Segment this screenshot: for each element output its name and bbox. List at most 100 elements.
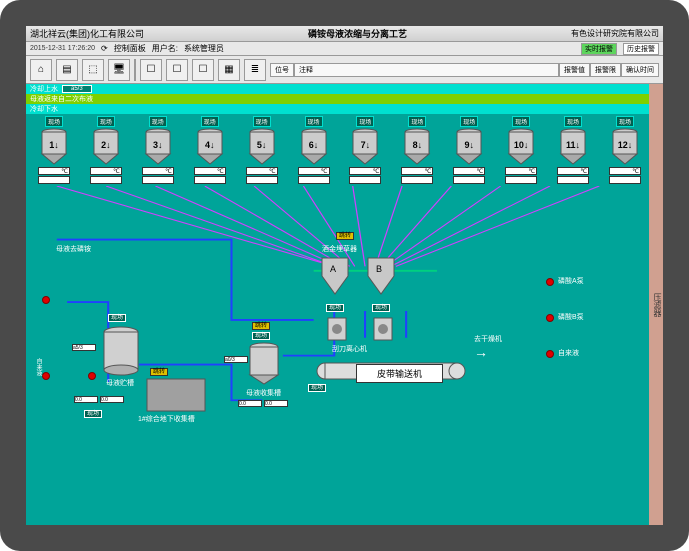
- tool-grid-icon[interactable]: ▦: [218, 59, 240, 81]
- storage-ctrl[interactable]: 现场: [108, 312, 126, 321]
- col-acktime: 确认时间: [621, 63, 659, 77]
- tank-temp-field[interactable]: ℃: [38, 167, 70, 175]
- tool-box3-icon[interactable]: ☐: [192, 59, 214, 81]
- coll-ctrl1[interactable]: 跳转: [252, 320, 270, 329]
- tank-number: 10↓: [514, 140, 529, 150]
- tank-val-field[interactable]: [38, 176, 70, 184]
- pump-indicator-2: [42, 372, 50, 380]
- tool-box1-icon[interactable]: ☐: [140, 59, 162, 81]
- tank-ctrl[interactable]: 现场: [564, 116, 582, 127]
- company-name: 湖北祥云(集团)化工有限公司: [30, 27, 144, 40]
- process-title: 磷铵母液浓缩与分离工艺: [144, 27, 571, 40]
- tank-ctrl[interactable]: 现场: [616, 116, 634, 127]
- tool-bars-icon[interactable]: ≣: [244, 59, 266, 81]
- tank-temp-field[interactable]: ℃: [298, 167, 330, 175]
- tank-val-field[interactable]: [505, 176, 537, 184]
- pump-b-indicator: [546, 314, 554, 322]
- tank-ctrl[interactable]: 现场: [97, 116, 115, 127]
- tank-val-field[interactable]: [298, 176, 330, 184]
- crystallizer-tank-6: 现场 6↓ ℃: [292, 116, 336, 184]
- tank-number: 1↓: [49, 140, 59, 150]
- pump-indicator-3: [88, 372, 96, 380]
- cent2-ctrl[interactable]: 现场: [372, 302, 390, 311]
- tank-number: 4↓: [205, 140, 215, 150]
- tank-temp-field[interactable]: ℃: [90, 167, 122, 175]
- sep-a-label: A: [330, 264, 336, 274]
- process-canvas: 压滤器 冷却上水a5/3 母液返来自二次布液 冷却下水 现场1↓℃现场2↓℃现场…: [26, 84, 663, 525]
- menu-bar: 2015-12-31 17:26:20 ⟳ 控制面板 用户名: 系统管理员 实时…: [26, 42, 663, 56]
- crystallizer-tank-11: 现场11↓℃: [551, 116, 595, 184]
- coll-v2: 0.0: [264, 400, 288, 407]
- centrifuge-label: 刮刀离心机: [332, 344, 367, 354]
- tank-ctrl[interactable]: 现场: [460, 116, 478, 127]
- dryer-label: 去干燥机: [474, 334, 502, 344]
- tool-monitor-icon[interactable]: 🖥: [108, 59, 130, 81]
- tank-temp-field[interactable]: ℃: [557, 167, 589, 175]
- tank-number: 9↓: [464, 140, 474, 150]
- tank-number: 7↓: [361, 140, 371, 150]
- tank-ctrl[interactable]: 现场: [253, 116, 271, 127]
- return-label: 母液去磷铵: [56, 244, 91, 254]
- user-name: 系统管理员: [184, 43, 224, 54]
- crystallizer-tank-9: 现场 9↓ ℃: [447, 116, 491, 184]
- tank-temp-field[interactable]: ℃: [246, 167, 278, 175]
- tank-ctrl[interactable]: 现场: [305, 116, 323, 127]
- sep-b-label: B: [376, 264, 382, 274]
- process-area: A B 酒金埋草器 跳转 刮刀离心机 现场 现场 皮带输送机 → 去干燥机 现场…: [26, 186, 663, 436]
- tank-temp-field[interactable]: ℃: [505, 167, 537, 175]
- ug-ctrl[interactable]: 跳转: [150, 366, 168, 375]
- tank-temp-field[interactable]: ℃: [194, 167, 226, 175]
- tank-ctrl[interactable]: 现场: [149, 116, 167, 127]
- tank-ctrl[interactable]: 现场: [408, 116, 426, 127]
- refresh-icon[interactable]: ⟳: [101, 44, 108, 53]
- tank-temp-field[interactable]: ℃: [609, 167, 641, 175]
- coll-ctrl2[interactable]: 现场: [252, 330, 270, 339]
- tank-val-field[interactable]: [90, 176, 122, 184]
- storage-label: 母液贮槽: [106, 378, 134, 388]
- tank-val-field[interactable]: [557, 176, 589, 184]
- pump-indicator-1: [42, 296, 50, 304]
- col-tag: 位号: [270, 63, 294, 77]
- tab-history-alarm[interactable]: 历史报警: [623, 43, 659, 55]
- tank-val-field[interactable]: [401, 176, 433, 184]
- tool-flow-icon[interactable]: ⬚: [82, 59, 104, 81]
- tank-val-field[interactable]: [194, 176, 226, 184]
- tank-temp-field[interactable]: ℃: [453, 167, 485, 175]
- tool-box2-icon[interactable]: ☐: [166, 59, 188, 81]
- title-bar: 湖北祥云(集团)化工有限公司 磷铵母液浓缩与分离工艺 有色设计研究院有限公司: [26, 26, 663, 42]
- monitor-frame: 湖北祥云(集团)化工有限公司 磷铵母液浓缩与分离工艺 有色设计研究院有限公司 2…: [0, 0, 689, 551]
- tab-realtime-alarm[interactable]: 实时报警: [581, 43, 617, 55]
- toolbar-sep: [134, 59, 136, 81]
- crystallizer-tank-12: 现场12↓℃: [603, 116, 647, 184]
- tank-temp-field[interactable]: ℃: [142, 167, 174, 175]
- crystallizer-tank-3: 现场3↓℃: [136, 116, 180, 184]
- tank-val-field[interactable]: [453, 176, 485, 184]
- strip-mother-liquor: 母液返来自二次布液: [26, 94, 663, 104]
- tank-ctrl[interactable]: 现场: [201, 116, 219, 127]
- tank-number: 6↓: [309, 140, 319, 150]
- pump-b-label: 磷酸B泵: [558, 312, 584, 322]
- crystallizer-tank-7: 现场 7↓ ℃: [343, 116, 387, 184]
- tank-temp-field[interactable]: ℃: [349, 167, 381, 175]
- belt-ctrl[interactable]: 现场: [308, 382, 326, 391]
- separator-b: B: [366, 256, 396, 298]
- tank-val-field[interactable]: [142, 176, 174, 184]
- cent1-ctrl[interactable]: 现场: [326, 302, 344, 311]
- tank-ctrl[interactable]: 现场: [45, 116, 63, 127]
- strip-cooling-in: 冷却上水a5/3: [26, 84, 663, 94]
- tool-chart-icon[interactable]: ▤: [56, 59, 78, 81]
- underground-label: 1#综合地下收集槽: [138, 414, 195, 424]
- tank-ctrl[interactable]: 现场: [356, 116, 374, 127]
- tank-val-field[interactable]: [246, 176, 278, 184]
- tank-val-field[interactable]: [349, 176, 381, 184]
- tank-temp-field[interactable]: ℃: [401, 167, 433, 175]
- tank-ctrl[interactable]: 现场: [512, 116, 530, 127]
- lctrl[interactable]: 现场: [84, 408, 102, 417]
- pump-c-label: 自来液: [558, 348, 579, 358]
- crystallizer-tank-4: 现场 4↓ ℃: [188, 116, 232, 184]
- tank-val-field[interactable]: [609, 176, 641, 184]
- sep-ctrl[interactable]: 跳转: [336, 230, 354, 239]
- tool-home-icon[interactable]: ⌂: [30, 59, 52, 81]
- menu-control[interactable]: 控制面板: [114, 43, 146, 54]
- lv2: 0.0: [100, 396, 124, 403]
